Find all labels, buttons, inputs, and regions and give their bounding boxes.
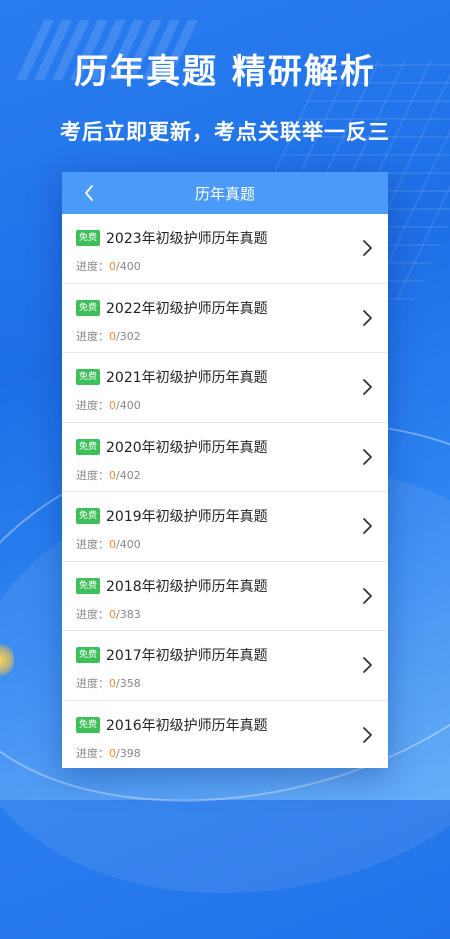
- page-title: 历年真题: [194, 184, 255, 203]
- progress-done: 0: [109, 746, 116, 760]
- progress-label: 进度：: [76, 538, 109, 551]
- free-badge: 免费: [76, 369, 101, 385]
- exam-title: 2021年初级护师历年真题: [106, 370, 268, 386]
- progress-label: 进度：: [76, 260, 109, 273]
- exam-list-item[interactable]: 免费 2016年初级护师历年真题 进度：0/398: [62, 701, 388, 769]
- exam-title: 2017年初级护师历年真题: [106, 648, 268, 664]
- progress-total: /400: [116, 399, 141, 412]
- progress-total: /358: [116, 677, 141, 690]
- exam-list-item[interactable]: 免费 2022年初级护师历年真题 进度：0/302: [62, 284, 388, 353]
- progress-text: 进度：0/402: [76, 467, 141, 483]
- progress-total: /400: [116, 260, 141, 273]
- nav-bar: 历年真题: [62, 172, 388, 214]
- exam-title: 2022年初级护师历年真题: [106, 300, 268, 317]
- exam-title: 2016年初级护师历年真题: [106, 717, 268, 734]
- exam-list-item[interactable]: 免费 2017年初级护师历年真题 进度：0/358: [62, 631, 388, 701]
- promo-subline: 考后立即更新，考点关联举一反三: [60, 120, 390, 144]
- progress-text: 进度：0/400: [76, 397, 141, 413]
- promo-headline: 历年真题 精研解析: [74, 52, 376, 92]
- exam-title: 2020年初级护师历年真题: [106, 439, 268, 456]
- progress-done: 0: [109, 607, 116, 621]
- chevron-right-icon: [363, 379, 372, 395]
- free-badge: 免费: [76, 716, 101, 733]
- exam-list-item[interactable]: 免费 2020年初级护师历年真题 进度：0/402: [62, 423, 388, 492]
- phone-screen: 历年真题 免费 2023年初级护师历年真题 进度：0/400 免费 2022年初…: [62, 172, 388, 768]
- chevron-right-icon: [363, 240, 372, 256]
- progress-total: /402: [116, 468, 141, 482]
- progress-text: 进度：0/383: [76, 606, 141, 622]
- exam-title: 2019年初级护师历年真题: [106, 509, 268, 525]
- background-glow: [0, 640, 14, 680]
- exam-list: 免费 2023年初级护师历年真题 进度：0/400 免费 2022年初级护师历年…: [62, 214, 388, 768]
- progress-label: 进度：: [76, 746, 109, 760]
- chevron-left-icon: [85, 185, 93, 201]
- chevron-right-icon: [363, 657, 372, 673]
- progress-done: 0: [109, 677, 116, 690]
- progress-text: 进度：0/398: [76, 745, 141, 761]
- exam-title: 2018年初级护师历年真题: [106, 578, 268, 595]
- progress-done: 0: [109, 260, 116, 273]
- progress-label: 进度：: [76, 468, 109, 482]
- progress-text: 进度：0/400: [76, 536, 141, 552]
- free-badge: 免费: [76, 438, 101, 455]
- free-badge: 免费: [76, 299, 101, 316]
- progress-label: 进度：: [76, 607, 109, 621]
- chevron-right-icon: [363, 518, 372, 534]
- progress-label: 进度：: [76, 677, 109, 690]
- exam-list-item[interactable]: 免费 2019年初级护师历年真题 进度：0/400: [62, 492, 388, 562]
- free-badge: 免费: [76, 647, 101, 663]
- progress-text: 进度：0/302: [76, 328, 141, 344]
- exam-list-item[interactable]: 免费 2021年初级护师历年真题 进度：0/400: [62, 353, 388, 423]
- free-badge: 免费: [76, 508, 101, 524]
- chevron-right-icon: [363, 587, 372, 604]
- chevron-right-icon: [363, 726, 372, 743]
- progress-label: 进度：: [76, 399, 109, 412]
- progress-total: /398: [116, 746, 141, 760]
- progress-done: 0: [109, 399, 116, 412]
- back-button[interactable]: [72, 172, 106, 214]
- exam-title: 2023年初级护师历年真题: [106, 231, 268, 247]
- progress-done: 0: [109, 468, 116, 482]
- progress-total: /383: [116, 607, 141, 621]
- progress-label: 进度：: [76, 329, 109, 343]
- exam-list-item[interactable]: 免费 2023年初级护师历年真题 进度：0/400: [62, 214, 388, 284]
- progress-text: 进度：0/400: [76, 258, 141, 274]
- free-badge: 免费: [76, 577, 101, 594]
- exam-list-item[interactable]: 免费 2018年初级护师历年真题 进度：0/383: [62, 562, 388, 631]
- progress-done: 0: [109, 538, 116, 551]
- progress-done: 0: [109, 329, 116, 343]
- chevron-right-icon: [363, 448, 372, 465]
- progress-total: /400: [116, 538, 141, 551]
- chevron-right-icon: [363, 309, 372, 326]
- free-badge: 免费: [76, 230, 101, 246]
- progress-text: 进度：0/358: [76, 675, 141, 691]
- progress-total: /302: [116, 329, 141, 343]
